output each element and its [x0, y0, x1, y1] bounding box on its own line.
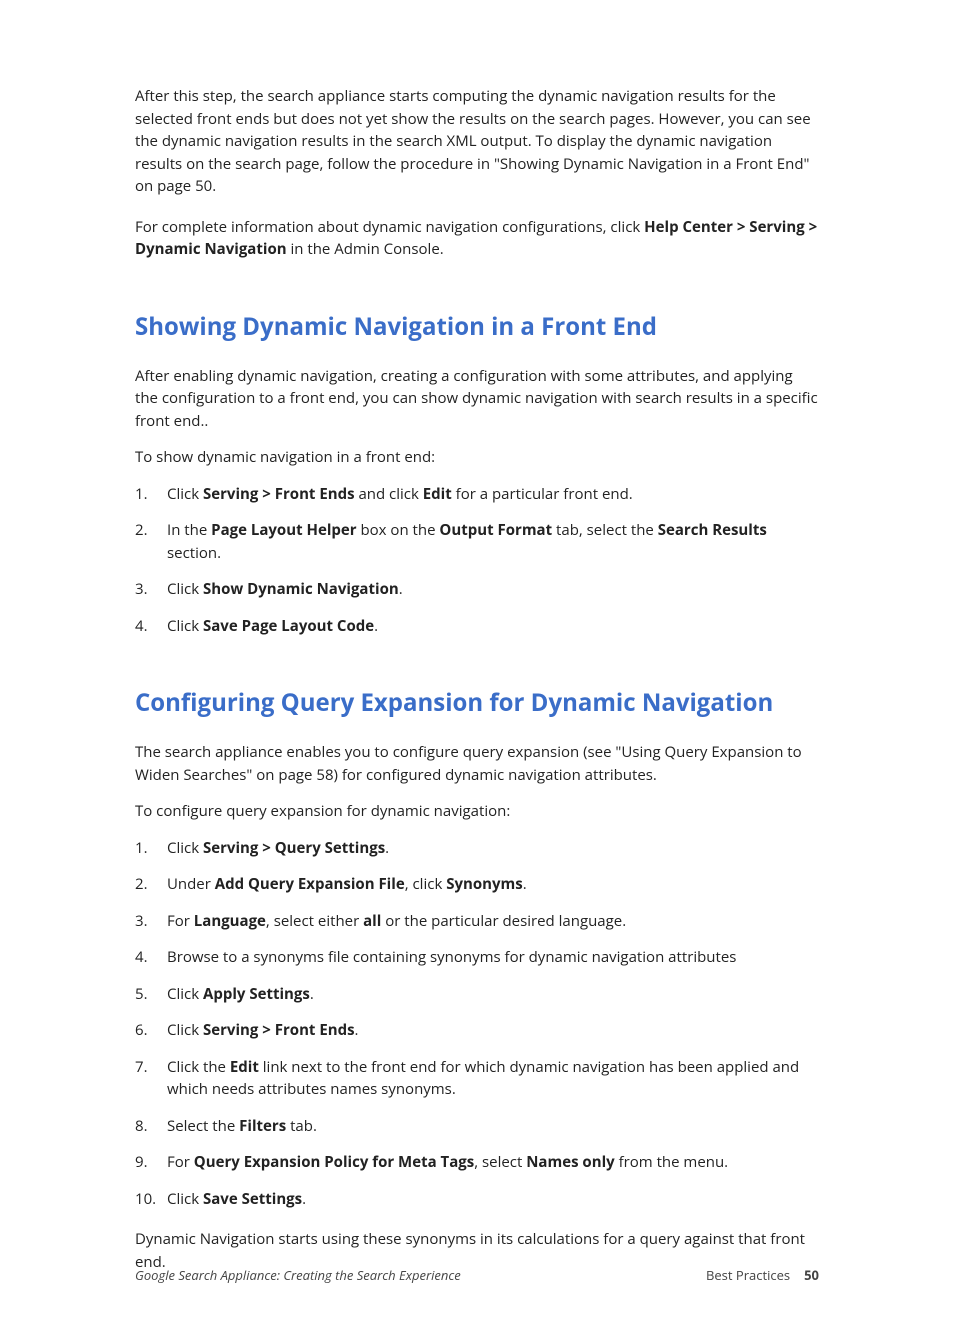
text: . — [302, 1189, 306, 1209]
step-item: Click Save Page Layout Code. — [135, 615, 819, 638]
text: Click the — [167, 1057, 230, 1077]
text: Click — [167, 1020, 203, 1040]
text: in the Admin Console. — [287, 239, 444, 259]
step-item: For Language, select either all or the p… — [135, 910, 819, 933]
bold: Add Query Expansion File — [215, 874, 405, 894]
section2-paragraph: The search appliance enables you to conf… — [135, 741, 819, 786]
step-item: Select the Filters tab. — [135, 1115, 819, 1138]
page-footer: Google Search Appliance: Creating the Se… — [135, 1266, 819, 1286]
bold: Page Layout Helper — [211, 520, 356, 540]
text: For complete information about dynamic n… — [135, 217, 644, 237]
step-item: Browse to a synonyms file containing syn… — [135, 946, 819, 969]
bold: Edit — [230, 1057, 259, 1077]
step-item: Under Add Query Expansion File, click Sy… — [135, 873, 819, 896]
bold: Serving > Front Ends — [203, 1020, 355, 1040]
text: Click — [167, 616, 203, 636]
text: box on the — [357, 520, 440, 540]
bold: Serving > Front Ends — [203, 484, 355, 504]
heading-configuring-query-expansion: Configuring Query Expansion for Dynamic … — [135, 685, 819, 721]
text: Click — [167, 1189, 203, 1209]
text: Click — [167, 838, 203, 858]
text: . — [385, 838, 389, 858]
text: tab. — [286, 1116, 317, 1136]
bold: all — [363, 911, 381, 931]
text: for a particular front end. — [452, 484, 633, 504]
bold: Save Page Layout Code — [203, 616, 374, 636]
text: or the particular desired language. — [381, 911, 626, 931]
text: link next to the front end for which dyn… — [167, 1057, 799, 1100]
text: from the menu. — [615, 1152, 728, 1172]
text: Click — [167, 984, 203, 1004]
section1-lead: To show dynamic navigation in a front en… — [135, 446, 819, 469]
text: Click — [167, 579, 203, 599]
text: Under — [167, 874, 215, 894]
text: , click — [405, 874, 447, 894]
heading-showing-dynamic-nav: Showing Dynamic Navigation in a Front En… — [135, 309, 819, 345]
intro-paragraph-1: After this step, the search appliance st… — [135, 85, 819, 198]
footer-doc-title: Google Search Appliance: Creating the Se… — [135, 1266, 461, 1286]
bold: Serving > Query Settings — [203, 838, 385, 858]
text: , select either — [266, 911, 363, 931]
text: , select — [474, 1152, 526, 1172]
step-item: In the Page Layout Helper box on the Out… — [135, 519, 819, 564]
step-item: For Query Expansion Policy for Meta Tags… — [135, 1151, 819, 1174]
text: . — [399, 579, 403, 599]
footer-section: Best Practices 50 — [706, 1266, 819, 1286]
text: Click — [167, 484, 203, 504]
step-item: Click Serving > Front Ends and click Edi… — [135, 483, 819, 506]
bold: Query Expansion Policy for Meta Tags — [194, 1152, 474, 1172]
bold: Search Results — [658, 520, 767, 540]
text: tab, select the — [552, 520, 658, 540]
text: Browse to a synonyms file containing syn… — [167, 947, 736, 967]
bold: Edit — [423, 484, 452, 504]
page-number: 50 — [804, 1266, 819, 1284]
bold: Show Dynamic Navigation — [203, 579, 399, 599]
text: . — [355, 1020, 359, 1040]
bold: Apply Settings — [203, 984, 310, 1004]
text: . — [374, 616, 378, 636]
step-item: Click the Edit link next to the front en… — [135, 1056, 819, 1101]
step-item: Click Serving > Query Settings. — [135, 837, 819, 860]
text: . — [310, 984, 314, 1004]
text: In the — [167, 520, 211, 540]
text: For — [167, 1152, 194, 1172]
intro-paragraph-2: For complete information about dynamic n… — [135, 216, 819, 261]
bold: Synonyms — [446, 874, 523, 894]
step-item: Click Show Dynamic Navigation. — [135, 578, 819, 601]
bold: Language — [194, 911, 266, 931]
bold: Save Settings — [203, 1189, 302, 1209]
text: Select the — [167, 1116, 239, 1136]
text: section. — [167, 543, 221, 563]
bold: Filters — [239, 1116, 286, 1136]
step-item: Click Serving > Front Ends. — [135, 1019, 819, 1042]
text: . — [523, 874, 527, 894]
section2-steps: Click Serving > Query Settings. Under Ad… — [135, 837, 819, 1211]
step-item: Click Apply Settings. — [135, 983, 819, 1006]
text: and click — [355, 484, 423, 504]
step-item: Click Save Settings. — [135, 1188, 819, 1211]
text: For — [167, 911, 194, 931]
section1-paragraph: After enabling dynamic navigation, creat… — [135, 365, 819, 433]
bold: Names only — [526, 1152, 614, 1172]
section1-steps: Click Serving > Front Ends and click Edi… — [135, 483, 819, 638]
bold: Output Format — [439, 520, 552, 540]
footer-section-label: Best Practices — [706, 1266, 790, 1284]
section2-lead: To configure query expansion for dynamic… — [135, 800, 819, 823]
